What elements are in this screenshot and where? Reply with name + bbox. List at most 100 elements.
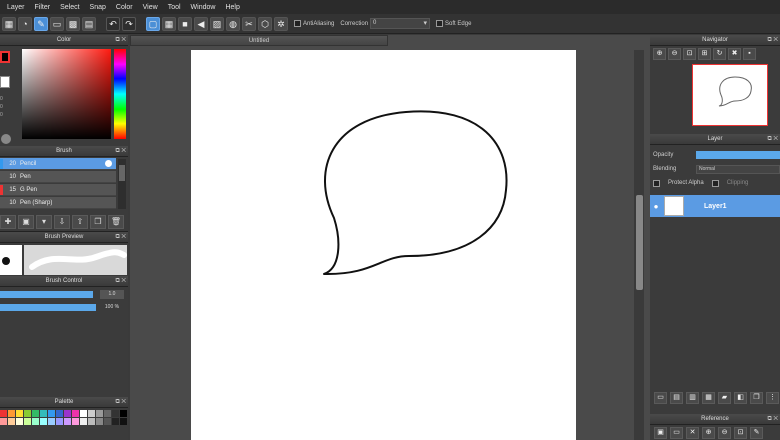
brush-item-pen[interactable]: 10 Pen (0, 171, 116, 183)
palette-swatch[interactable] (88, 418, 95, 425)
palette-swatch[interactable] (72, 418, 79, 425)
hue-slider[interactable] (114, 49, 126, 139)
palette-swatch[interactable] (104, 410, 111, 417)
panel-controls-icon[interactable]: ⧉ ✕ (115, 232, 126, 243)
menu-filter[interactable]: Filter (30, 4, 56, 11)
brush-tool-icon[interactable]: ✎ (34, 16, 48, 31)
reference-zoom-in-icon[interactable]: ⊕ (702, 427, 715, 439)
undo-icon[interactable]: ↶ (106, 16, 120, 31)
brush-list-scrollbar[interactable] (118, 159, 126, 209)
palette-swatch[interactable] (40, 410, 47, 417)
palette-swatch[interactable] (96, 418, 103, 425)
rotate-icon[interactable]: ↻ (713, 48, 726, 60)
menu-tool[interactable]: Tool (163, 4, 186, 11)
zoom-in-icon[interactable]: ⊕ (653, 48, 666, 60)
correction-select[interactable]: 0 (370, 18, 431, 29)
menu-select[interactable]: Select (55, 4, 84, 11)
palette-swatch[interactable] (24, 410, 31, 417)
saturation-value-field[interactable] (22, 49, 111, 139)
canvas-vertical-scrollbar[interactable] (634, 50, 644, 440)
palette-swatch[interactable] (56, 410, 63, 417)
redo-icon[interactable]: ↷ (122, 16, 136, 31)
scrollbar-thumb[interactable] (636, 195, 643, 290)
new-layer-icon[interactable]: ▭ (654, 392, 667, 404)
palette-swatch[interactable] (0, 418, 7, 425)
brush-options-icon[interactable]: ▾ (36, 214, 52, 229)
brush-opacity-slider[interactable] (0, 304, 96, 311)
palette-swatch[interactable] (16, 410, 23, 417)
palette-swatch[interactable] (8, 418, 15, 425)
new-brush-icon[interactable]: ✚ (0, 214, 16, 229)
new-1bit-layer-icon[interactable]: ▦ (702, 392, 715, 404)
navigator-view[interactable] (650, 62, 780, 134)
menu-snap[interactable]: Snap (85, 4, 111, 11)
brush-settings-icon[interactable] (105, 160, 112, 167)
foreground-color-swatch[interactable] (0, 51, 10, 63)
panel-controls-icon[interactable]: ⧉ ✕ (767, 414, 778, 425)
square-icon[interactable]: ■ (178, 16, 192, 31)
layer-menu-icon[interactable]: ⋮ (766, 392, 779, 404)
triangle-icon[interactable]: ◀ (194, 16, 208, 31)
background-color-swatch[interactable] (0, 76, 10, 88)
select-rect-icon[interactable]: ▢ (146, 16, 160, 31)
close-reference-icon[interactable]: ✕ (686, 427, 699, 439)
protect-alpha-checkbox[interactable] (653, 179, 660, 187)
palette-swatch[interactable] (32, 418, 39, 425)
palette-swatch[interactable] (120, 418, 127, 425)
layer-row[interactable]: ● Layer1 (650, 195, 780, 217)
palette-swatch[interactable] (56, 418, 63, 425)
new-8bit-layer-icon[interactable]: ▥ (686, 392, 699, 404)
blending-select[interactable]: Normal (695, 164, 780, 174)
palette-swatch[interactable] (16, 418, 23, 425)
palette-swatch[interactable] (104, 418, 111, 425)
brush-item-pencil[interactable]: 20 Pencil (0, 158, 116, 170)
brush-size-slider[interactable] (0, 291, 94, 298)
color-wheel-icon[interactable] (1, 134, 11, 144)
panel-controls-icon[interactable]: ⧉ ✕ (115, 397, 126, 408)
reference-eyedropper-icon[interactable]: ✎ (750, 427, 763, 439)
brush-item-g-pen[interactable]: 15 G Pen (0, 184, 116, 196)
menu-help[interactable]: Help (220, 4, 244, 11)
soft-edge-checkbox[interactable] (436, 20, 444, 27)
delete-brush-icon[interactable]: 🗑 (108, 214, 124, 229)
menu-view[interactable]: View (138, 4, 163, 11)
cut-icon[interactable]: ✂ (242, 16, 256, 31)
menu-window[interactable]: Window (186, 4, 221, 11)
reference-zoom-out-icon[interactable]: ⊖ (718, 427, 731, 439)
drawing-canvas[interactable] (191, 50, 576, 440)
reset-view-icon[interactable]: ▪ (743, 48, 756, 60)
antialiasing-option[interactable]: AntiAliasing (294, 20, 334, 27)
palette-swatch[interactable] (48, 418, 55, 425)
visibility-eye-icon[interactable]: ● (650, 202, 662, 211)
palette-swatch[interactable] (120, 410, 127, 417)
actual-size-icon[interactable]: ⊞ (698, 48, 711, 60)
duplicate-brush-icon[interactable]: ❐ (90, 214, 106, 229)
palette-swatch[interactable] (8, 410, 15, 417)
palette-swatch[interactable] (64, 410, 71, 417)
zoom-out-icon[interactable]: ⊖ (668, 48, 681, 60)
open-reference-icon[interactable]: ▣ (654, 427, 667, 439)
palette-swatch[interactable] (32, 410, 39, 417)
hexagon-icon[interactable]: ⬡ (258, 16, 272, 31)
grid-small-icon[interactable]: ▦ (162, 16, 176, 31)
menu-color[interactable]: Color (111, 4, 138, 11)
reference-fit-icon[interactable]: ⊡ (734, 427, 747, 439)
palette-swatch[interactable] (64, 418, 71, 425)
panel-controls-icon[interactable]: ⧉ ✕ (767, 134, 778, 145)
clipping-checkbox[interactable] (711, 179, 719, 187)
new-folder-icon[interactable]: ▰ (718, 392, 731, 404)
export-brush-icon[interactable]: ⇧ (72, 214, 88, 229)
palette-swatch[interactable] (80, 418, 87, 425)
palette-swatch[interactable] (48, 410, 55, 417)
layer-opacity-slider[interactable] (695, 151, 780, 159)
speech-bubble-icon[interactable]: ◔ (18, 16, 32, 31)
panel-controls-icon[interactable]: ⧉ ✕ (115, 35, 126, 46)
panel-controls-icon[interactable]: ⧉ ✕ (115, 276, 126, 287)
new-halftone-layer-icon[interactable]: ▤ (670, 392, 683, 404)
hatch-icon[interactable]: ▨ (210, 16, 224, 31)
palette-swatch[interactable] (96, 410, 103, 417)
fill-icon[interactable]: ▩ (66, 16, 80, 31)
import-brush-icon[interactable]: ⇩ (54, 214, 70, 229)
palette-swatch[interactable] (0, 410, 7, 417)
document-tab[interactable]: Untitled (130, 35, 388, 46)
